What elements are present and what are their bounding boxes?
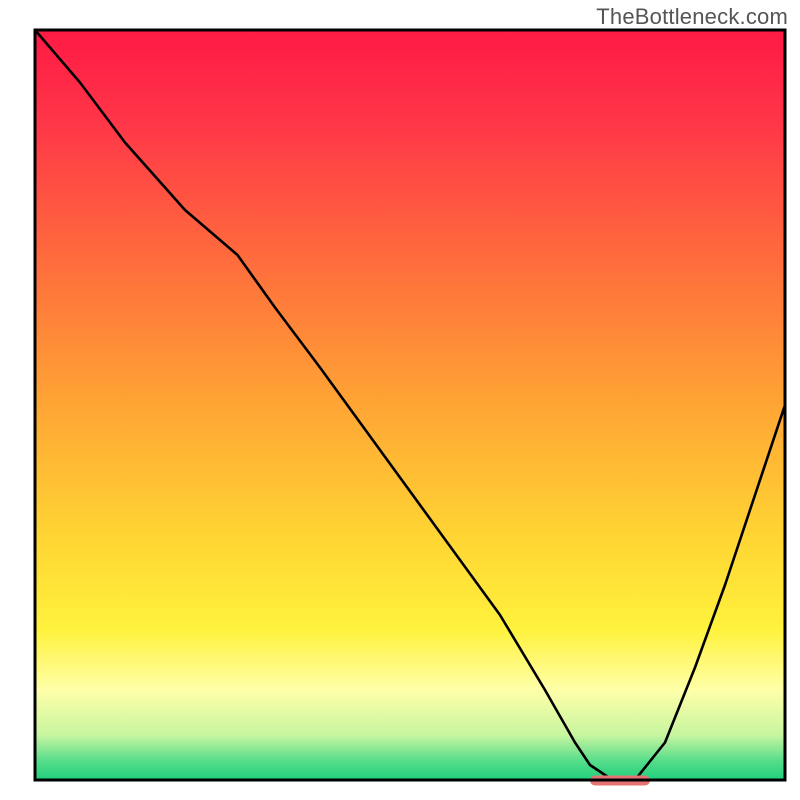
bottleneck-chart: [0, 0, 800, 800]
gradient-background: [35, 30, 785, 780]
watermark-text: TheBottleneck.com: [596, 4, 788, 30]
chart-frame: TheBottleneck.com: [0, 0, 800, 800]
